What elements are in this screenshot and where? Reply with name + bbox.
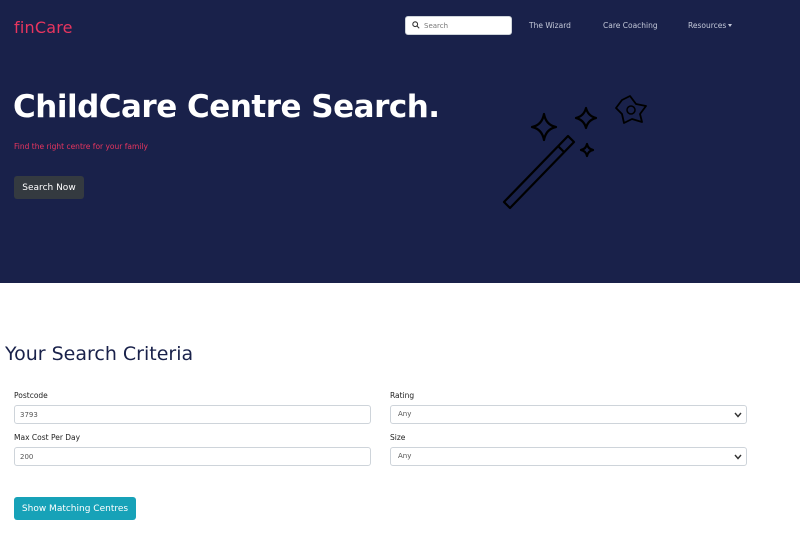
rating-label: Rating bbox=[390, 391, 415, 400]
nav-link-resources-label: Resources bbox=[688, 21, 727, 30]
brand-logo[interactable]: finCare bbox=[14, 18, 73, 37]
hero-banner: finCare The Wizard Care Coaching Resourc… bbox=[0, 0, 800, 283]
nav-dropdown-resources[interactable]: Resources bbox=[688, 21, 733, 30]
search-icon bbox=[412, 21, 420, 29]
search-input[interactable] bbox=[424, 18, 510, 33]
cost-label: Max Cost Per Day bbox=[14, 433, 81, 442]
chevron-down-icon bbox=[734, 454, 742, 460]
size-select-value: Any bbox=[398, 452, 412, 460]
nav-link-care-coaching[interactable]: Care Coaching bbox=[603, 21, 658, 30]
postcode-field[interactable] bbox=[14, 405, 371, 424]
size-label: Size bbox=[390, 433, 406, 442]
magic-wand-icon bbox=[502, 95, 647, 210]
nav-search-box[interactable] bbox=[405, 16, 512, 35]
search-now-button[interactable]: Search Now bbox=[14, 176, 84, 199]
hero-subtitle: Find the right centre for your family bbox=[14, 142, 148, 151]
rating-select-value: Any bbox=[398, 410, 412, 418]
chevron-down-icon bbox=[728, 24, 733, 27]
show-matching-centres-button[interactable]: Show Matching Centres bbox=[14, 497, 136, 520]
max-cost-field[interactable] bbox=[14, 447, 371, 466]
rating-select[interactable]: Any bbox=[390, 405, 747, 424]
criteria-title: Your Search Criteria bbox=[5, 343, 194, 365]
size-select[interactable]: Any bbox=[390, 447, 747, 466]
chevron-down-icon bbox=[734, 412, 742, 418]
nav-link-the-wizard[interactable]: The Wizard bbox=[529, 21, 571, 30]
page-title: ChildCare Centre Search. bbox=[13, 89, 440, 125]
postcode-label: Postcode bbox=[14, 391, 48, 400]
